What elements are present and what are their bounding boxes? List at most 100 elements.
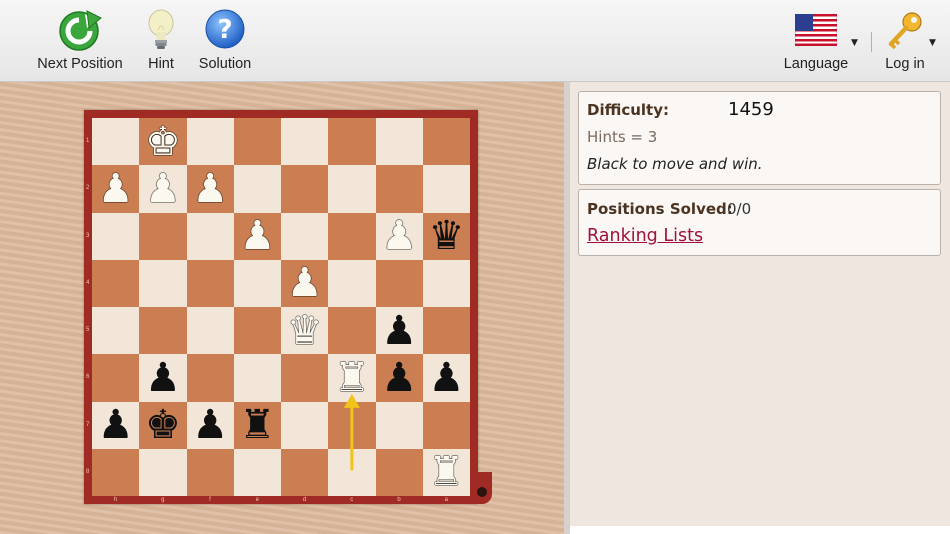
square-d2[interactable] — [281, 165, 329, 213]
square-b8[interactable] — [375, 448, 423, 496]
white-pawn-icon[interactable]: ♟ — [139, 165, 186, 212]
square-d8[interactable] — [281, 448, 329, 496]
square-g1[interactable]: ♚ — [139, 118, 187, 166]
square-e3[interactable]: ♟ — [233, 212, 281, 260]
square-g2[interactable]: ♟ — [139, 165, 187, 213]
square-h1[interactable] — [92, 118, 140, 166]
square-h4[interactable] — [92, 259, 140, 307]
black-pawn-icon[interactable]: ♟ — [187, 402, 234, 449]
square-h5[interactable] — [92, 307, 140, 355]
square-c2[interactable] — [328, 165, 376, 213]
square-e1[interactable] — [233, 118, 281, 166]
square-c7[interactable] — [328, 401, 376, 449]
rank-label: 5 — [86, 327, 90, 333]
square-b6[interactable]: ♟ — [375, 354, 423, 402]
white-rook-icon[interactable]: ♜ — [328, 354, 375, 401]
square-h2[interactable]: ♟ — [92, 165, 140, 213]
square-c8[interactable] — [328, 448, 376, 496]
square-a4[interactable] — [422, 259, 470, 307]
square-g5[interactable] — [139, 307, 187, 355]
square-c1[interactable] — [328, 118, 376, 166]
square-g7[interactable]: ♚ — [139, 401, 187, 449]
square-h8[interactable] — [92, 448, 140, 496]
svg-text:?: ? — [217, 15, 232, 45]
square-g6[interactable]: ♟ — [139, 354, 187, 402]
white-pawn-icon[interactable]: ♟ — [281, 260, 328, 307]
square-h7[interactable]: ♟ — [92, 401, 140, 449]
ranking-lists-link[interactable]: Ranking Lists — [587, 226, 703, 246]
square-e2[interactable] — [233, 165, 281, 213]
square-e5[interactable] — [233, 307, 281, 355]
rank-label: 8 — [86, 468, 90, 475]
square-c4[interactable] — [328, 259, 376, 307]
square-c5[interactable] — [328, 307, 376, 355]
black-pawn-icon[interactable]: ♟ — [139, 354, 186, 401]
hint-button[interactable]: Hint — [136, 0, 186, 82]
square-g8[interactable] — [139, 448, 187, 496]
difficulty-label: Difficulty: — [587, 101, 669, 119]
square-e8[interactable] — [233, 448, 281, 496]
white-queen-icon[interactable]: ♛ — [281, 307, 328, 354]
rank-label: 4 — [86, 279, 90, 286]
square-a6[interactable]: ♟ — [422, 354, 470, 402]
lightbulb-icon — [146, 8, 176, 56]
white-pawn-icon[interactable]: ♟ — [92, 165, 139, 212]
square-e6[interactable] — [233, 354, 281, 402]
square-e4[interactable] — [233, 259, 281, 307]
square-g4[interactable] — [139, 259, 187, 307]
file-label: f — [209, 497, 211, 503]
square-h6[interactable] — [92, 354, 140, 402]
square-f7[interactable]: ♟ — [186, 401, 234, 449]
square-g3[interactable] — [139, 212, 187, 260]
square-f4[interactable] — [186, 259, 234, 307]
next-position-label: Next Position — [37, 56, 123, 72]
square-b5[interactable]: ♟ — [375, 307, 423, 355]
square-f6[interactable] — [186, 354, 234, 402]
solution-button[interactable]: ? Solution — [190, 0, 260, 82]
square-d3[interactable] — [281, 212, 329, 260]
square-a5[interactable] — [422, 307, 470, 355]
square-h3[interactable] — [92, 212, 140, 260]
white-pawn-icon[interactable]: ♟ — [376, 213, 423, 260]
square-b3[interactable]: ♟ — [375, 212, 423, 260]
square-e7[interactable]: ♜ — [233, 401, 281, 449]
square-d7[interactable] — [281, 401, 329, 449]
black-king-icon[interactable]: ♚ — [139, 402, 186, 449]
square-a8[interactable]: ♜ — [422, 448, 470, 496]
square-a2[interactable] — [422, 165, 470, 213]
black-pawn-icon[interactable]: ♟ — [423, 354, 470, 401]
square-b2[interactable] — [375, 165, 423, 213]
square-f2[interactable]: ♟ — [186, 165, 234, 213]
square-d6[interactable] — [281, 354, 329, 402]
square-b4[interactable] — [375, 259, 423, 307]
black-pawn-icon[interactable]: ♟ — [376, 307, 423, 354]
square-c6[interactable]: ♜ — [328, 354, 376, 402]
square-f8[interactable] — [186, 448, 234, 496]
black-rook-icon[interactable]: ♜ — [234, 402, 281, 449]
square-d4[interactable]: ♟ — [281, 259, 329, 307]
login-chevron-down-icon[interactable]: ▼ — [929, 38, 936, 48]
white-pawn-icon[interactable]: ♟ — [234, 213, 281, 260]
white-rook-icon[interactable]: ♜ — [423, 449, 470, 496]
square-a7[interactable] — [422, 401, 470, 449]
login-button[interactable]: Log in — [876, 0, 934, 82]
square-f3[interactable] — [186, 212, 234, 260]
square-a1[interactable] — [422, 118, 470, 166]
white-pawn-icon[interactable]: ♟ — [187, 165, 234, 212]
white-king-icon[interactable]: ♚ — [139, 118, 186, 165]
next-position-button[interactable]: Next Position — [30, 0, 130, 82]
black-pawn-icon[interactable]: ♟ — [92, 402, 139, 449]
chess-board[interactable]: ♚ ♟ ♟ ♟ ♟ ♟ ♛ ♟ ♛ ♟ ♟ ♜ ♟ ♟ ♟ ♚ ♟ ♜ ♜ — [92, 118, 470, 496]
square-a3[interactable]: ♛ — [422, 212, 470, 260]
square-f1[interactable] — [186, 118, 234, 166]
square-b1[interactable] — [375, 118, 423, 166]
square-f5[interactable] — [186, 307, 234, 355]
square-d5[interactable]: ♛ — [281, 307, 329, 355]
black-queen-icon[interactable]: ♛ — [423, 213, 470, 260]
square-d1[interactable] — [281, 118, 329, 166]
square-c3[interactable] — [328, 212, 376, 260]
language-button[interactable]: Language — [780, 0, 852, 82]
language-chevron-down-icon[interactable]: ▼ — [851, 38, 858, 48]
square-b7[interactable] — [375, 401, 423, 449]
black-pawn-icon[interactable]: ♟ — [376, 354, 423, 401]
